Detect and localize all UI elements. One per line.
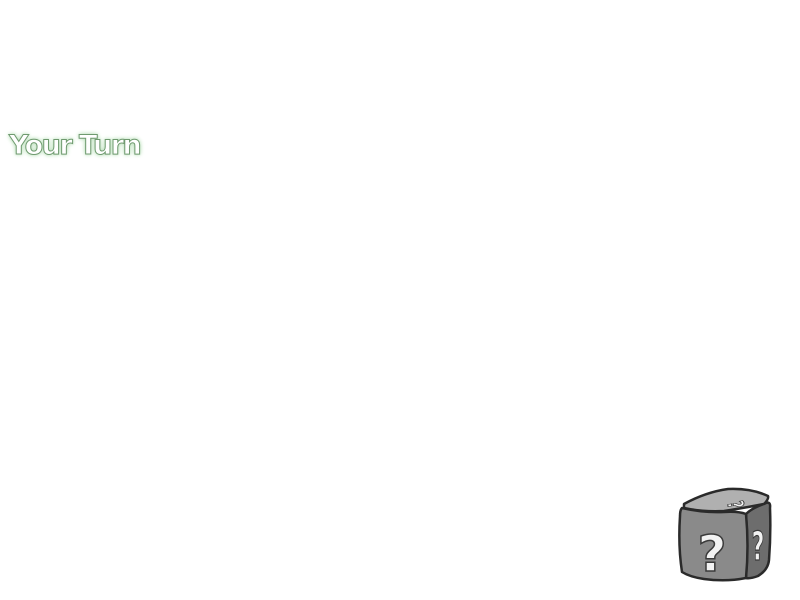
turn-indicator: Your Turn xyxy=(8,130,142,162)
mystery-dice-icon: ? ? ? xyxy=(678,487,772,584)
dice-side-question-mark: ? xyxy=(752,523,765,570)
game-board: Your Turn ? ? ? xyxy=(0,0,800,600)
roll-dice-button[interactable]: ? ? ? xyxy=(676,486,774,584)
dice-front-question-mark: ? xyxy=(697,525,726,583)
